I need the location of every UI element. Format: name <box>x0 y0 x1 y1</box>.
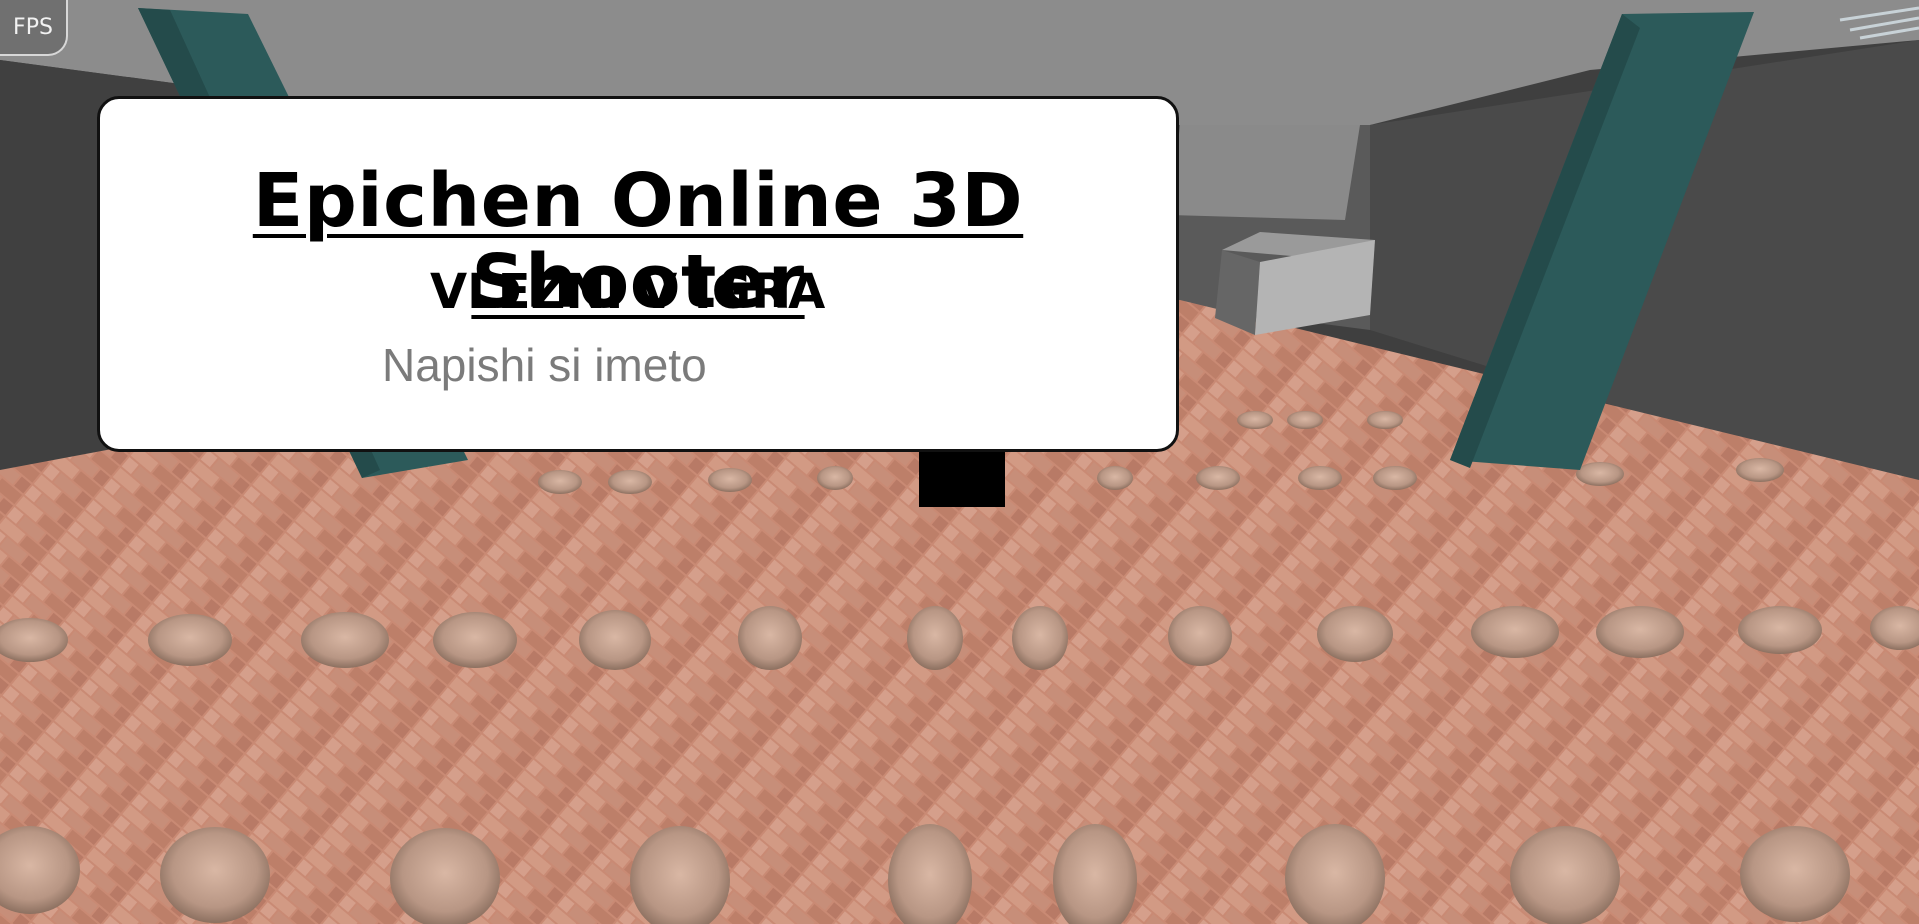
login-panel: Epichen Online 3D Shooter VLEZNI V IGRA <box>97 96 1179 452</box>
enter-game-button[interactable]: VLEZNI V IGRA <box>430 264 825 320</box>
crosshair-block <box>919 451 1005 507</box>
game-viewport[interactable]: FPS Epichen Online 3D Shooter VLEZNI V I… <box>0 0 1919 924</box>
wall-highlight <box>1170 125 1360 220</box>
player-name-input[interactable] <box>380 329 884 401</box>
fps-counter: FPS <box>0 0 68 56</box>
